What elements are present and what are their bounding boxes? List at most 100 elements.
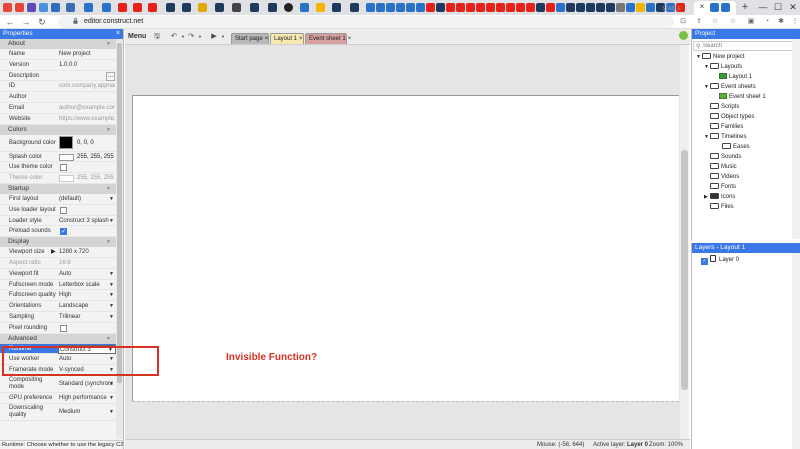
- favicon-tab[interactable]: [316, 3, 325, 12]
- favicon-tab[interactable]: [15, 3, 24, 12]
- profile-icon[interactable]: ◔: [762, 17, 772, 27]
- save-icon[interactable]: 🖫: [152, 32, 162, 42]
- collapse-icon[interactable]: ▼: [106, 125, 111, 135]
- favicon-tab[interactable]: [536, 3, 545, 12]
- favicon-tab[interactable]: [476, 3, 485, 12]
- chevron-down-icon[interactable]: ▼: [218, 32, 228, 42]
- favicon-tab[interactable]: [456, 3, 465, 12]
- prop-description[interactable]: Description...: [0, 71, 116, 82]
- favicon-tab[interactable]: [606, 3, 615, 12]
- prop-viewport-fit[interactable]: Viewport fit Auto ▼: [0, 269, 116, 280]
- tree-scripts[interactable]: Scripts: [710, 102, 739, 112]
- prop-email[interactable]: Email author@example.com: [0, 103, 116, 114]
- tree-layouts[interactable]: ▼ Layouts: [704, 62, 742, 72]
- prop-value[interactable]: 1.0.0.0: [59, 61, 115, 70]
- tree-event-sheet-1[interactable]: Event sheet 1: [719, 92, 766, 102]
- favicon-tab[interactable]: [576, 3, 585, 12]
- fullscreen-quality-dropdown[interactable]: High ▼: [58, 291, 116, 300]
- prop-name[interactable]: Name New project: [0, 49, 116, 60]
- collapse-icon[interactable]: ▼: [106, 184, 111, 194]
- section-colors[interactable]: Colors ▼: [0, 124, 116, 135]
- tree-videos[interactable]: Videos: [710, 172, 739, 182]
- favicon-tab[interactable]: [332, 3, 341, 12]
- expand-icon[interactable]: ▶: [51, 248, 56, 257]
- color-swatch[interactable]: [59, 135, 73, 149]
- prop-value[interactable]: https://www.example.c: [59, 115, 115, 124]
- section-display[interactable]: Display ▼: [0, 237, 116, 248]
- favicon-tab[interactable]: [366, 3, 375, 12]
- prop-sampling[interactable]: Sampling Trilinear ▼: [0, 312, 116, 323]
- tree-layout-1[interactable]: Layout 1: [719, 72, 752, 82]
- loader-style-dropdown[interactable]: Construct 3 splash ▼: [58, 217, 116, 226]
- tree-icons[interactable]: ▶ Icons: [704, 192, 735, 202]
- menu-button[interactable]: Menu: [128, 32, 146, 42]
- favicon-tab[interactable]: [496, 3, 505, 12]
- extension-icon[interactable]: ⊡: [678, 17, 688, 27]
- back-icon[interactable]: ←: [4, 16, 16, 28]
- tree-sounds[interactable]: Sounds: [710, 152, 741, 162]
- favicon-tab[interactable]: [436, 3, 445, 12]
- tree-event-sheets[interactable]: ▼ Event sheets: [704, 82, 756, 92]
- tab-event-sheet-1[interactable]: Event sheet 1 ×: [305, 33, 351, 44]
- favicon-tab[interactable]: [646, 3, 655, 12]
- close-tab-icon[interactable]: ×: [697, 2, 707, 12]
- favicon-tab[interactable]: [566, 3, 575, 12]
- orientations-dropdown[interactable]: Landscape ▼: [58, 302, 116, 311]
- tab-layout-1[interactable]: Layout 1 ×: [270, 33, 304, 44]
- kebab-menu-icon[interactable]: ⋮: [790, 17, 800, 27]
- favicon-tab[interactable]: [616, 3, 625, 12]
- favicon-tab[interactable]: [182, 3, 191, 12]
- url-box[interactable]: [58, 16, 674, 28]
- favicon-tab[interactable]: [626, 3, 635, 12]
- prop-background-color[interactable]: Background color 0, 0, 0: [0, 135, 116, 152]
- prop-fullscreen-quality[interactable]: Fullscreen quality High ▼: [0, 290, 116, 302]
- new-tab-button[interactable]: +: [739, 1, 751, 13]
- favicon-tab[interactable]: [284, 3, 293, 12]
- favicon-tab[interactable]: [66, 3, 75, 12]
- prop-version[interactable]: Version 1.0.0.0: [0, 60, 116, 71]
- favicon-tab[interactable]: [118, 3, 127, 12]
- reload-icon[interactable]: ↻: [36, 16, 48, 28]
- tree-fonts[interactable]: Fonts: [710, 182, 736, 192]
- prop-fullscreen-mode[interactable]: Fullscreen mode Letterbox scale ▼: [0, 280, 116, 291]
- url-text[interactable]: editor.construct.net: [84, 17, 143, 27]
- checkbox[interactable]: [60, 206, 67, 214]
- prop-loader-style[interactable]: Loader style Construct 3 splash ▼: [0, 216, 116, 227]
- favicon-tab[interactable]: [586, 3, 595, 12]
- tree-eases[interactable]: Eases: [722, 142, 750, 152]
- favicon-tab[interactable]: [3, 3, 12, 12]
- favicon-tab[interactable]: [596, 3, 605, 12]
- tree-families[interactable]: Families: [710, 122, 743, 132]
- downscaling-dropdown[interactable]: Medium ▼: [58, 408, 116, 417]
- section-advanced[interactable]: Advanced ▼: [0, 333, 116, 344]
- tree-music[interactable]: Music: [710, 162, 737, 172]
- close-window-button[interactable]: ✕: [786, 1, 800, 13]
- maximize-button[interactable]: ☐: [771, 1, 785, 13]
- favicon-tab[interactable]: [396, 3, 405, 12]
- prop-author[interactable]: Author: [0, 92, 116, 103]
- share-icon[interactable]: ⇪: [694, 17, 704, 27]
- favicon-tab[interactable]: [516, 3, 525, 12]
- prop-value[interactable]: author@example.com: [59, 104, 115, 113]
- close-icon[interactable]: ×: [348, 36, 352, 42]
- minimize-button[interactable]: —: [756, 1, 770, 13]
- tree-project[interactable]: ▼ New project: [696, 52, 745, 62]
- checkbox[interactable]: [60, 164, 67, 172]
- favicon-tab[interactable]: [546, 3, 555, 12]
- favicon-tab[interactable]: [232, 3, 241, 12]
- collapse-icon[interactable]: ▼: [106, 39, 111, 49]
- forward-icon[interactable]: →: [20, 16, 32, 28]
- favicon-tab[interactable]: [133, 3, 142, 12]
- favicon-tab[interactable]: [506, 3, 515, 12]
- star-icon[interactable]: ☆: [728, 17, 738, 27]
- favicon-tab[interactable]: [466, 3, 475, 12]
- first-layout-dropdown[interactable]: (default) ▼: [58, 195, 116, 204]
- prop-preload-sounds[interactable]: Preload sounds ✓: [0, 226, 116, 238]
- tree-object-types[interactable]: Object types: [710, 112, 754, 122]
- collapse-icon[interactable]: ▼: [106, 237, 111, 247]
- favicon-tab[interactable]: [148, 3, 157, 12]
- search-input[interactable]: [703, 42, 798, 50]
- favicon-tab[interactable]: [386, 3, 395, 12]
- gpu-dropdown[interactable]: High performance ▼: [58, 394, 116, 403]
- prop-use-theme-color[interactable]: Use theme color: [0, 162, 116, 174]
